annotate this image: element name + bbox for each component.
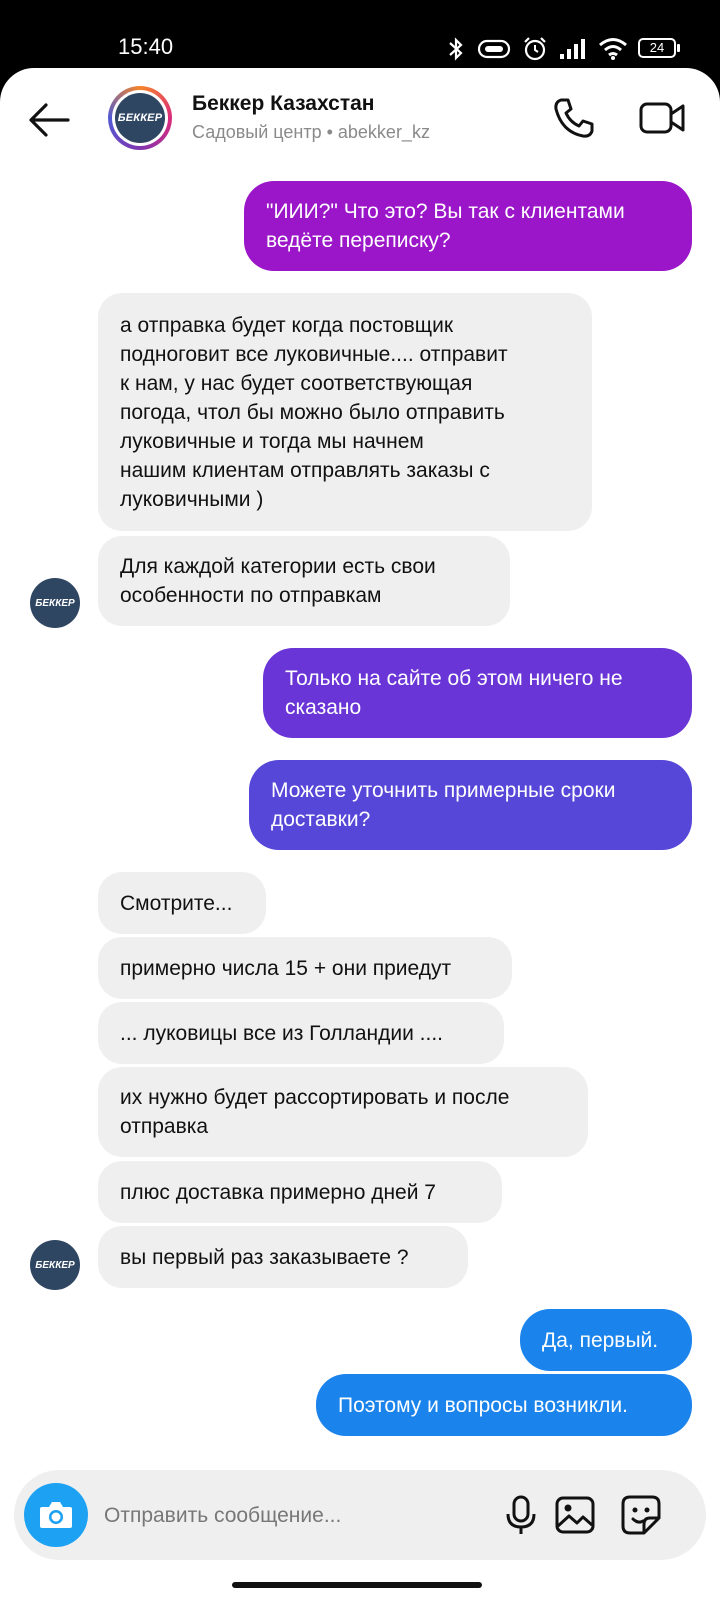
contact-subtitle: Садовый центр • abekker_kz [192,122,430,142]
alarm-icon [524,37,546,61]
status-time: 15:40 [118,34,174,59]
message-text: а отправка будет когда постовщик подного… [120,313,508,511]
gallery-icon[interactable] [552,1492,598,1538]
phone-icon[interactable] [552,96,596,140]
message-bubble-outgoing[interactable]: Только на сайте об этом ничего не сказан… [263,648,692,738]
message-bubble-incoming[interactable]: ... луковицы все из Голландии .... [98,1002,504,1064]
contact-avatar-small[interactable]: БЕККЕР [30,578,80,628]
camera-button[interactable] [24,1483,88,1547]
message-text: их нужно будет рассортировать и после от… [120,1086,510,1138]
signal-icon [560,39,585,59]
message-text: Для каждой категории есть свои особеннос… [120,555,436,607]
message-text: Смотрите... [120,891,233,915]
contact-avatar-small[interactable]: БЕККЕР [30,1240,80,1290]
battery-icon: 24 [638,38,682,60]
chat-screen: БЕККЕР Беккер Казахстан Садовый центр • … [0,68,720,1600]
message-text: ... луковицы все из Голландии .... [120,1021,444,1045]
message-text: вы первый раз заказываете ? [120,1245,409,1269]
message-text: "ИИИ?" Что это? Вы так с клиентами ведёт… [266,200,625,252]
microphone-icon[interactable] [498,1492,544,1538]
message-text: Можете уточнить примерные сроки доставки… [271,779,616,831]
bluetooth-icon [449,37,463,61]
contact-name[interactable]: Беккер Казахстан [192,92,374,116]
message-bubble-outgoing[interactable]: "ИИИ?" Что это? Вы так с клиентами ведёт… [244,181,692,271]
message-bubble-incoming[interactable]: плюс доставка примерно дней 7 [98,1161,502,1223]
message-bubble-incoming[interactable]: примерно числа 15 + они приедут [98,937,512,999]
message-composer [14,1470,706,1560]
contact-avatar[interactable]: БЕККЕР [108,86,172,150]
message-bubble-incoming[interactable]: Смотрите... [98,872,266,934]
message-bubble-outgoing[interactable]: Можете уточнить примерные сроки доставки… [249,760,692,850]
wifi-icon [599,38,627,60]
message-bubble-outgoing[interactable]: Поэтому и вопросы возникли. [316,1374,692,1436]
battery-level: 24 [638,38,676,58]
message-bubble-incoming[interactable]: Для каждой категории есть свои особеннос… [98,536,510,626]
message-text: плюс доставка примерно дней 7 [120,1180,436,1204]
video-camera-icon[interactable] [638,96,686,140]
message-text: Только на сайте об этом ничего не сказан… [285,667,623,719]
message-input[interactable] [102,1496,486,1536]
chat-header: БЕККЕР Беккер Казахстан Садовый центр • … [0,68,720,178]
sticker-icon[interactable] [618,1492,664,1538]
status-icons: 24 [446,36,682,62]
message-bubble-incoming[interactable]: их нужно будет рассортировать и после от… [98,1067,588,1157]
avatar-logo: БЕККЕР [115,93,165,143]
camera-icon [40,1502,72,1528]
message-text: Поэтому и вопросы возникли. [338,1393,628,1417]
back-arrow-icon[interactable] [24,94,76,146]
home-indicator[interactable] [232,1582,482,1588]
vibrate-icon [477,39,511,59]
status-bar: 15:40 24 [0,0,720,72]
message-bubble-incoming[interactable]: вы первый раз заказываете ? [98,1226,468,1288]
message-bubble-outgoing[interactable]: Да, первый. [520,1309,692,1371]
message-text: примерно числа 15 + они приедут [120,956,452,980]
message-bubble-incoming[interactable]: а отправка будет когда постовщик подного… [98,293,592,531]
message-text: Да, первый. [542,1328,659,1352]
